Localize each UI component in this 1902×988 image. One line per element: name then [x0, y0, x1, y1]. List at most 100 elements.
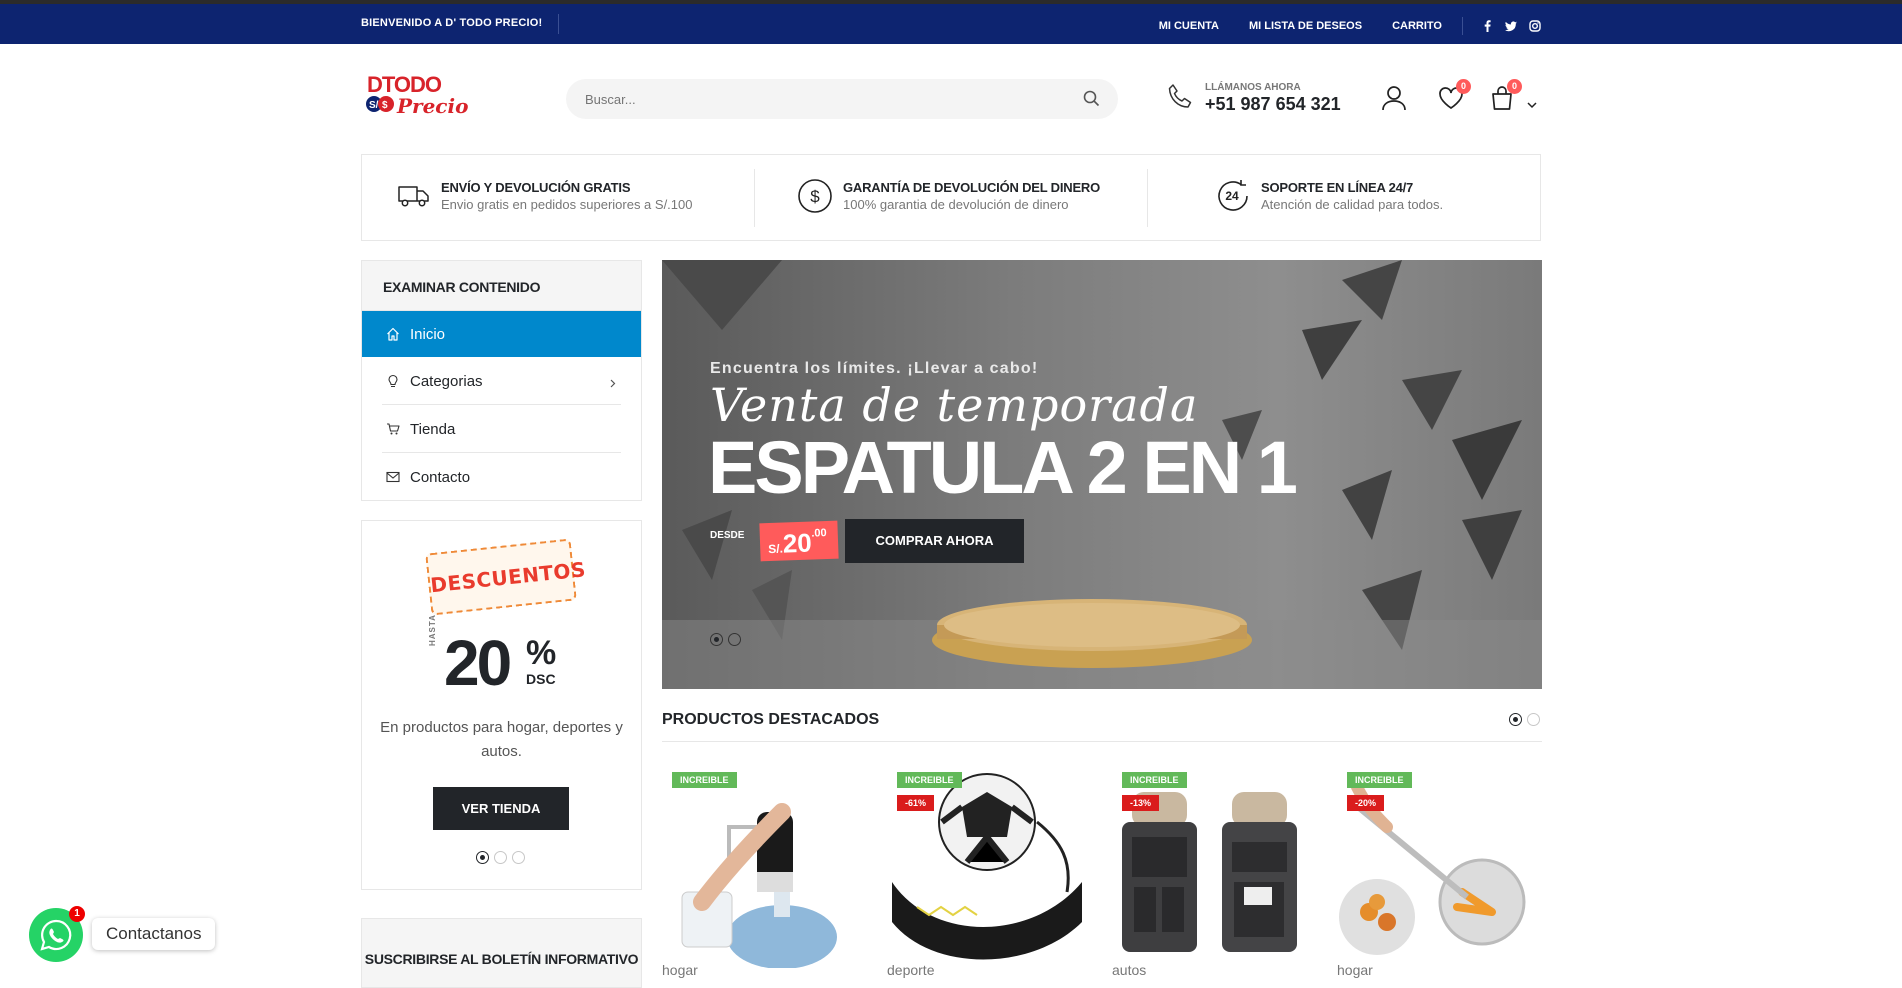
cart-icon[interactable]: 0 [1488, 79, 1522, 117]
carousel-dot[interactable] [1527, 713, 1540, 726]
facebook-icon[interactable] [1481, 20, 1493, 32]
sidebar-item-tienda[interactable]: Tienda [362, 405, 641, 453]
svg-text:S/: S/ [369, 100, 379, 111]
site-header: DTODO S/ $ Precio LLÁMANOS AHORA +51 987… [0, 44, 1902, 158]
featured-title: PRODUCTOS DESTACADOS [662, 711, 880, 728]
user-icon[interactable] [1380, 84, 1408, 117]
product-category[interactable]: deporte [887, 962, 934, 978]
chevron-down-icon[interactable] [1527, 96, 1537, 114]
site-logo[interactable]: DTODO S/ $ Precio [365, 70, 475, 120]
view-shop-button[interactable]: VER TIENDA [433, 787, 569, 830]
price-amount: 20 [782, 527, 813, 559]
dsc-label: DSC [526, 671, 556, 687]
product-category[interactable]: autos [1112, 962, 1146, 978]
product-card[interactable]: INCREIBLE -20% hogar [1337, 762, 1532, 980]
product-card[interactable]: INCREIBLE hogar [662, 762, 857, 980]
twitter-icon[interactable] [1505, 20, 1517, 32]
carousel-dot[interactable] [710, 633, 723, 646]
wishlist-icon[interactable]: 0 [1437, 79, 1471, 117]
carousel-dot[interactable] [1509, 713, 1522, 726]
stamp-text: DESCUENTOS [429, 557, 587, 598]
product-label: INCREIBLE [672, 772, 737, 788]
discount-value: 20 [444, 627, 512, 699]
sidebar-item-inicio[interactable]: Inicio [362, 311, 641, 357]
call-label: LLÁMANOS AHORA [1205, 82, 1301, 93]
divider [1147, 169, 1148, 227]
sidebar-item-label: Inicio [410, 325, 446, 343]
info-bar: ENVÍO Y DEVOLUCIÓN GRATIS Envio gratis e… [361, 154, 1541, 241]
wishlist-link[interactable]: MI LISTA DE DESEOS [1249, 20, 1362, 32]
carousel-dot[interactable] [728, 633, 741, 646]
product-discount: -13% [1122, 795, 1160, 811]
product-image[interactable] [1112, 762, 1307, 968]
sidebar-item-contacto[interactable]: Contacto [362, 453, 641, 501]
search-input[interactable] [566, 79, 1046, 119]
svg-text:$: $ [382, 100, 388, 111]
truck-icon [397, 180, 431, 215]
slider-title: ESPATULA 2 EN 1 [708, 426, 1298, 509]
percent-sign: % [526, 634, 557, 672]
product-image[interactable] [662, 762, 857, 968]
support-24-icon: 24 [1215, 178, 1251, 219]
categories-icon [386, 374, 402, 388]
newsletter-heading: SUSCRIBIRSE AL BOLETÍN INFORMATIVO [361, 918, 642, 988]
sidebar-item-label: Categorias [410, 372, 483, 390]
info-box-money-back: $ GARANTÍA DE DEVOLUCIÓN DEL DINERO 100%… [797, 178, 1100, 219]
search-icon[interactable] [1083, 90, 1100, 112]
hasta-label: HASTA [428, 614, 437, 646]
chevron-right-icon [610, 375, 616, 392]
product-label: INCREIBLE [1122, 772, 1187, 788]
cart-icon [386, 422, 402, 436]
divider [754, 169, 755, 227]
product-card[interactable]: INCREIBLE -61% deporte [887, 762, 1082, 980]
info-text: 100% garantia de devolución de dinero [843, 197, 1069, 212]
carousel-dot[interactable] [476, 851, 489, 864]
info-title: GARANTÍA DE DEVOLUCIÓN DEL DINERO [843, 180, 1101, 195]
info-title: SOPORTE EN LÍNEA 24/7 [1261, 180, 1414, 195]
welcome-message: BIENVENIDO A D' TODO PRECIO! [361, 17, 543, 29]
carousel-dot[interactable] [512, 851, 525, 864]
divider [1462, 17, 1463, 35]
product-label: INCREIBLE [1347, 772, 1412, 788]
price-tag: S/.20.00 [759, 520, 839, 562]
my-account-link[interactable]: MI CUENTA [1159, 20, 1219, 32]
sidebar-item-categorias[interactable]: Categorias [362, 357, 641, 405]
buy-now-button[interactable]: COMPRAR AHORA [845, 519, 1024, 563]
search-box [566, 79, 1118, 119]
whatsapp-button[interactable]: 1 [29, 906, 85, 962]
divider [558, 14, 559, 34]
sidebar-item-label: Tienda [410, 420, 456, 438]
home-icon [386, 327, 402, 341]
hero-slider: Encuentra los límites. ¡Llevar a cabo! V… [662, 260, 1542, 689]
product-category[interactable]: hogar [662, 962, 698, 978]
social-links [1481, 20, 1541, 32]
promo-description: En productos para hogar, deportes y auto… [380, 719, 623, 760]
svg-text:Precio: Precio [396, 94, 468, 118]
slider-script-title: Venta de temporada [710, 378, 1199, 432]
product-discount: -20% [1347, 795, 1385, 811]
phone-number[interactable]: +51 987 654 321 [1205, 94, 1341, 115]
product-discount: -61% [897, 795, 935, 811]
carousel-dot[interactable] [494, 851, 507, 864]
promo-banner: DESCUENTOS HASTA 20 % DSC En productos p… [361, 520, 642, 890]
info-text: Atención de calidad para todos. [1261, 197, 1444, 212]
instagram-icon[interactable] [1529, 20, 1541, 32]
cart-link[interactable]: CARRITO [1392, 20, 1442, 32]
price-cents: .00 [811, 527, 827, 540]
product-category[interactable]: hogar [1337, 962, 1373, 978]
sidebar-menu: EXAMINAR CONTENIDO Inicio Categorias Tie… [361, 260, 642, 501]
product-image[interactable] [1337, 762, 1532, 968]
svg-text:24: 24 [1225, 189, 1239, 203]
whatsapp-label[interactable]: Contactanos [92, 918, 216, 950]
top-bar: BIENVENIDO A D' TODO PRECIO! MI CUENTA M… [0, 4, 1902, 44]
dollar-icon: $ [797, 178, 833, 219]
info-title: ENVÍO Y DEVOLUCIÓN GRATIS [441, 180, 631, 195]
promo-carousel-dots [476, 851, 525, 864]
featured-carousel-dots [1509, 713, 1540, 726]
sidebar-item-label: Contacto [410, 468, 471, 486]
top-links: MI CUENTA MI LISTA DE DESEOS CARRITO [1129, 17, 1541, 35]
product-grid: INCREIBLE hogar INCREIBLE -61% deporte I… [662, 762, 1542, 980]
notification-count: 1 [69, 906, 85, 922]
product-card[interactable]: INCREIBLE -13% autos [1112, 762, 1307, 980]
product-image[interactable] [887, 762, 1082, 968]
